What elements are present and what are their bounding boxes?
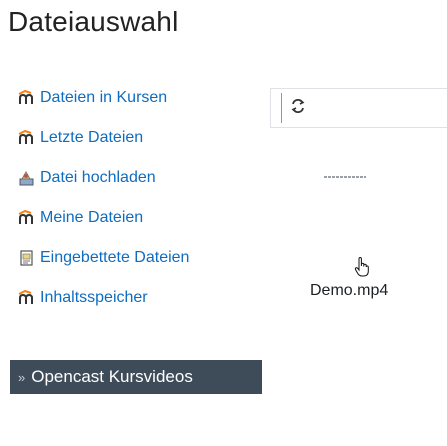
repo-item-label: Inhaltsspeicher xyxy=(40,289,148,306)
repo-item-label: Opencast Kursvideos xyxy=(31,367,193,386)
repo-item-label: Meine Dateien xyxy=(40,209,144,226)
moodle-icon xyxy=(18,90,36,106)
chevron-right-icon: » xyxy=(18,369,26,385)
repo-item-label: Eingebettete Dateien xyxy=(40,249,190,266)
repo-item-course-files[interactable]: Dateien in Kursen xyxy=(18,84,167,112)
hand-cursor-icon xyxy=(354,256,370,278)
repo-item-upload[interactable]: Datei hochladen xyxy=(18,164,156,192)
repo-item-my-files[interactable]: Meine Dateien xyxy=(18,204,143,232)
upload-icon xyxy=(18,170,36,186)
file-picker-dialog: Dateiauswahl Dateien in Kursen Letzte Da… xyxy=(0,0,447,446)
moodle-icon xyxy=(18,130,36,146)
repo-item-label: Datei hochladen xyxy=(40,169,156,186)
repo-item-recent-files[interactable]: Letzte Dateien xyxy=(18,124,143,152)
repo-item-content-bank[interactable]: Inhaltsspeicher xyxy=(18,284,148,312)
file-thumbnail[interactable] xyxy=(320,152,370,202)
thumbnail-placeholder xyxy=(324,176,366,178)
refresh-icon xyxy=(291,98,305,119)
file-content-pane: Demo.mp4 xyxy=(270,88,447,446)
repo-item-opencast-videos[interactable]: » Opencast Kursvideos xyxy=(10,360,262,394)
refresh-button[interactable] xyxy=(281,93,314,123)
moodle-icon xyxy=(18,210,36,226)
repo-item-embedded-files[interactable]: Eingebettete Dateien xyxy=(18,244,189,272)
file-item-name[interactable]: Demo.mp4 xyxy=(310,282,388,300)
moodle-icon xyxy=(18,290,36,306)
repo-item-label: Dateien in Kursen xyxy=(40,89,168,106)
embedded-files-icon xyxy=(18,250,36,266)
repo-item-label: Letzte Dateien xyxy=(40,129,144,146)
file-toolbar xyxy=(270,88,447,128)
dialog-title: Dateiauswahl xyxy=(8,6,179,37)
